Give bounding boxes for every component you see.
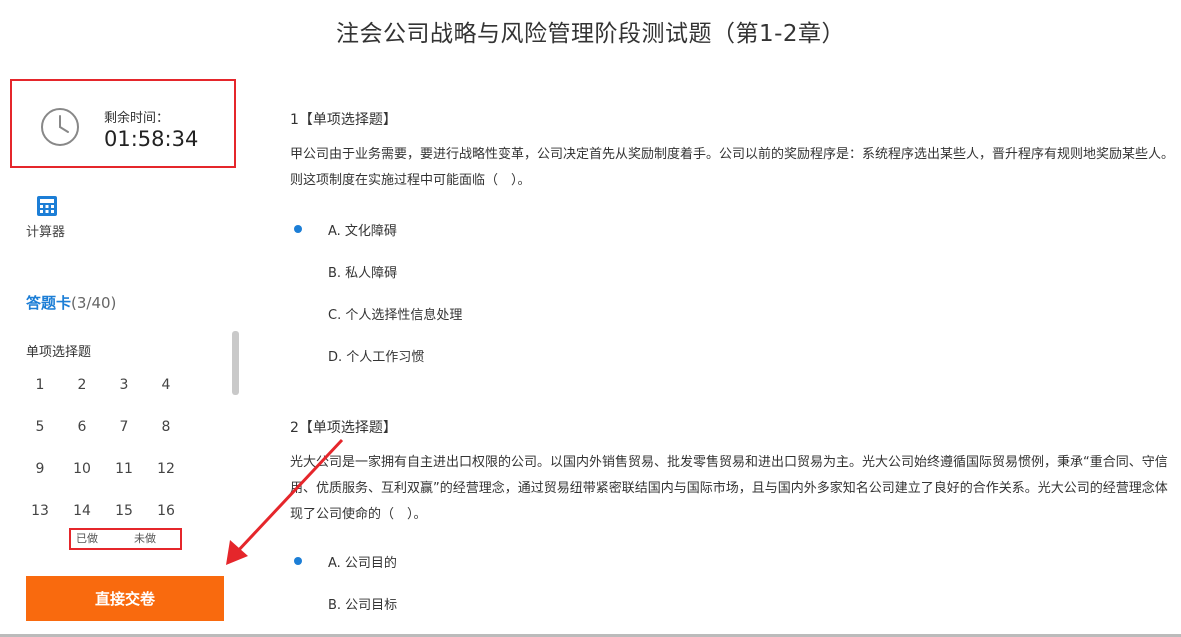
option-label: C. 个人选择性信息处理 [328, 307, 463, 323]
option-a[interactable]: A. 文化障碍 [290, 208, 1175, 250]
submit-button[interactable]: 直接交卷 [26, 576, 224, 621]
option-b[interactable]: B. 公司目标 [290, 582, 1175, 624]
option-c[interactable]: C. 个人选择性信息处理 [290, 292, 1175, 334]
option-label: D. 个人工作习惯 [328, 349, 425, 365]
timer-value: 01:58:34 [104, 127, 199, 151]
question-number[interactable]: 13 [19, 490, 61, 532]
timer-label: 剩余时间： [104, 111, 170, 126]
section-label: 单项选择题 [26, 345, 92, 360]
option-label: A. 公司目的 [328, 555, 397, 571]
option-label: B. 私人障碍 [328, 265, 398, 281]
calculator-label: 计算器 [26, 225, 66, 240]
clock-icon [41, 108, 79, 146]
question-text: 光大公司是一家拥有自主进出口权限的公司。以国内外销售贸易、批发零售贸易和进出口贸… [290, 455, 1168, 522]
question-header: 1【单项选择题】 [290, 112, 397, 128]
calculator-button[interactable]: 计算器 [26, 195, 70, 240]
question-number[interactable]: 7 [103, 406, 145, 448]
question-2: 2【单项选择题】 光大公司是一家拥有自主进出口权限的公司。以国内外销售贸易、批发… [290, 417, 1175, 624]
option-list: A. 公司目的 B. 公司目标 [290, 540, 1175, 624]
question-number[interactable]: 16 [145, 490, 187, 532]
answer-card-title: 答题卡(3/40) [26, 292, 116, 313]
question-number[interactable]: 9 [19, 448, 61, 490]
option-label: B. 公司目标 [328, 597, 398, 613]
option-b[interactable]: B. 私人障碍 [290, 250, 1175, 292]
question-1: 1【单项选择题】 甲公司由于业务需要，要进行战略性变革，公司决定首先从奖励制度着… [290, 109, 1175, 376]
question-number[interactable]: 4 [145, 364, 187, 406]
option-list: A. 文化障碍 B. 私人障碍 C. 个人选择性信息处理 D. 个人工作习惯 [290, 208, 1175, 376]
answer-card-count: (3/40) [71, 294, 117, 312]
question-number[interactable]: 3 [103, 364, 145, 406]
option-label: A. 文化障碍 [328, 223, 397, 239]
question-number[interactable]: 2 [61, 364, 103, 406]
question-number[interactable]: 11 [103, 448, 145, 490]
question-number[interactable]: 8 [145, 406, 187, 448]
question-number[interactable]: 1 [19, 364, 61, 406]
question-number[interactable]: 6 [61, 406, 103, 448]
calculator-icon [37, 196, 57, 216]
selected-dot-icon [294, 225, 302, 233]
legend-annotation: 已做 未做 [69, 528, 182, 550]
question-number[interactable]: 15 [103, 490, 145, 532]
question-number-grid: 1 2 3 4 5 6 7 8 9 10 11 12 13 14 15 16 [19, 364, 187, 532]
question-number[interactable]: 5 [19, 406, 61, 448]
answer-card-label: 答题卡 [26, 294, 72, 312]
legend-done: 已做 [76, 532, 98, 545]
question-number[interactable]: 10 [61, 448, 103, 490]
option-d[interactable]: D. 个人工作习惯 [290, 334, 1175, 376]
question-text: 甲公司由于业务需要，要进行战略性变革，公司决定首先从奖励制度着手。公司以前的奖励… [290, 147, 1175, 188]
selected-dot-icon [294, 557, 302, 565]
legend-undone: 未做 [134, 532, 156, 545]
option-a[interactable]: A. 公司目的 [290, 540, 1175, 582]
answer-card-scrollbar[interactable] [232, 331, 239, 395]
question-number[interactable]: 14 [61, 490, 103, 532]
question-header: 2【单项选择题】 [290, 420, 397, 436]
timer-panel: 剩余时间： 01:58:34 [10, 79, 236, 168]
page-title: 注会公司战略与风险管理阶段测试题（第1-2章） [335, 21, 846, 47]
question-number[interactable]: 12 [145, 448, 187, 490]
